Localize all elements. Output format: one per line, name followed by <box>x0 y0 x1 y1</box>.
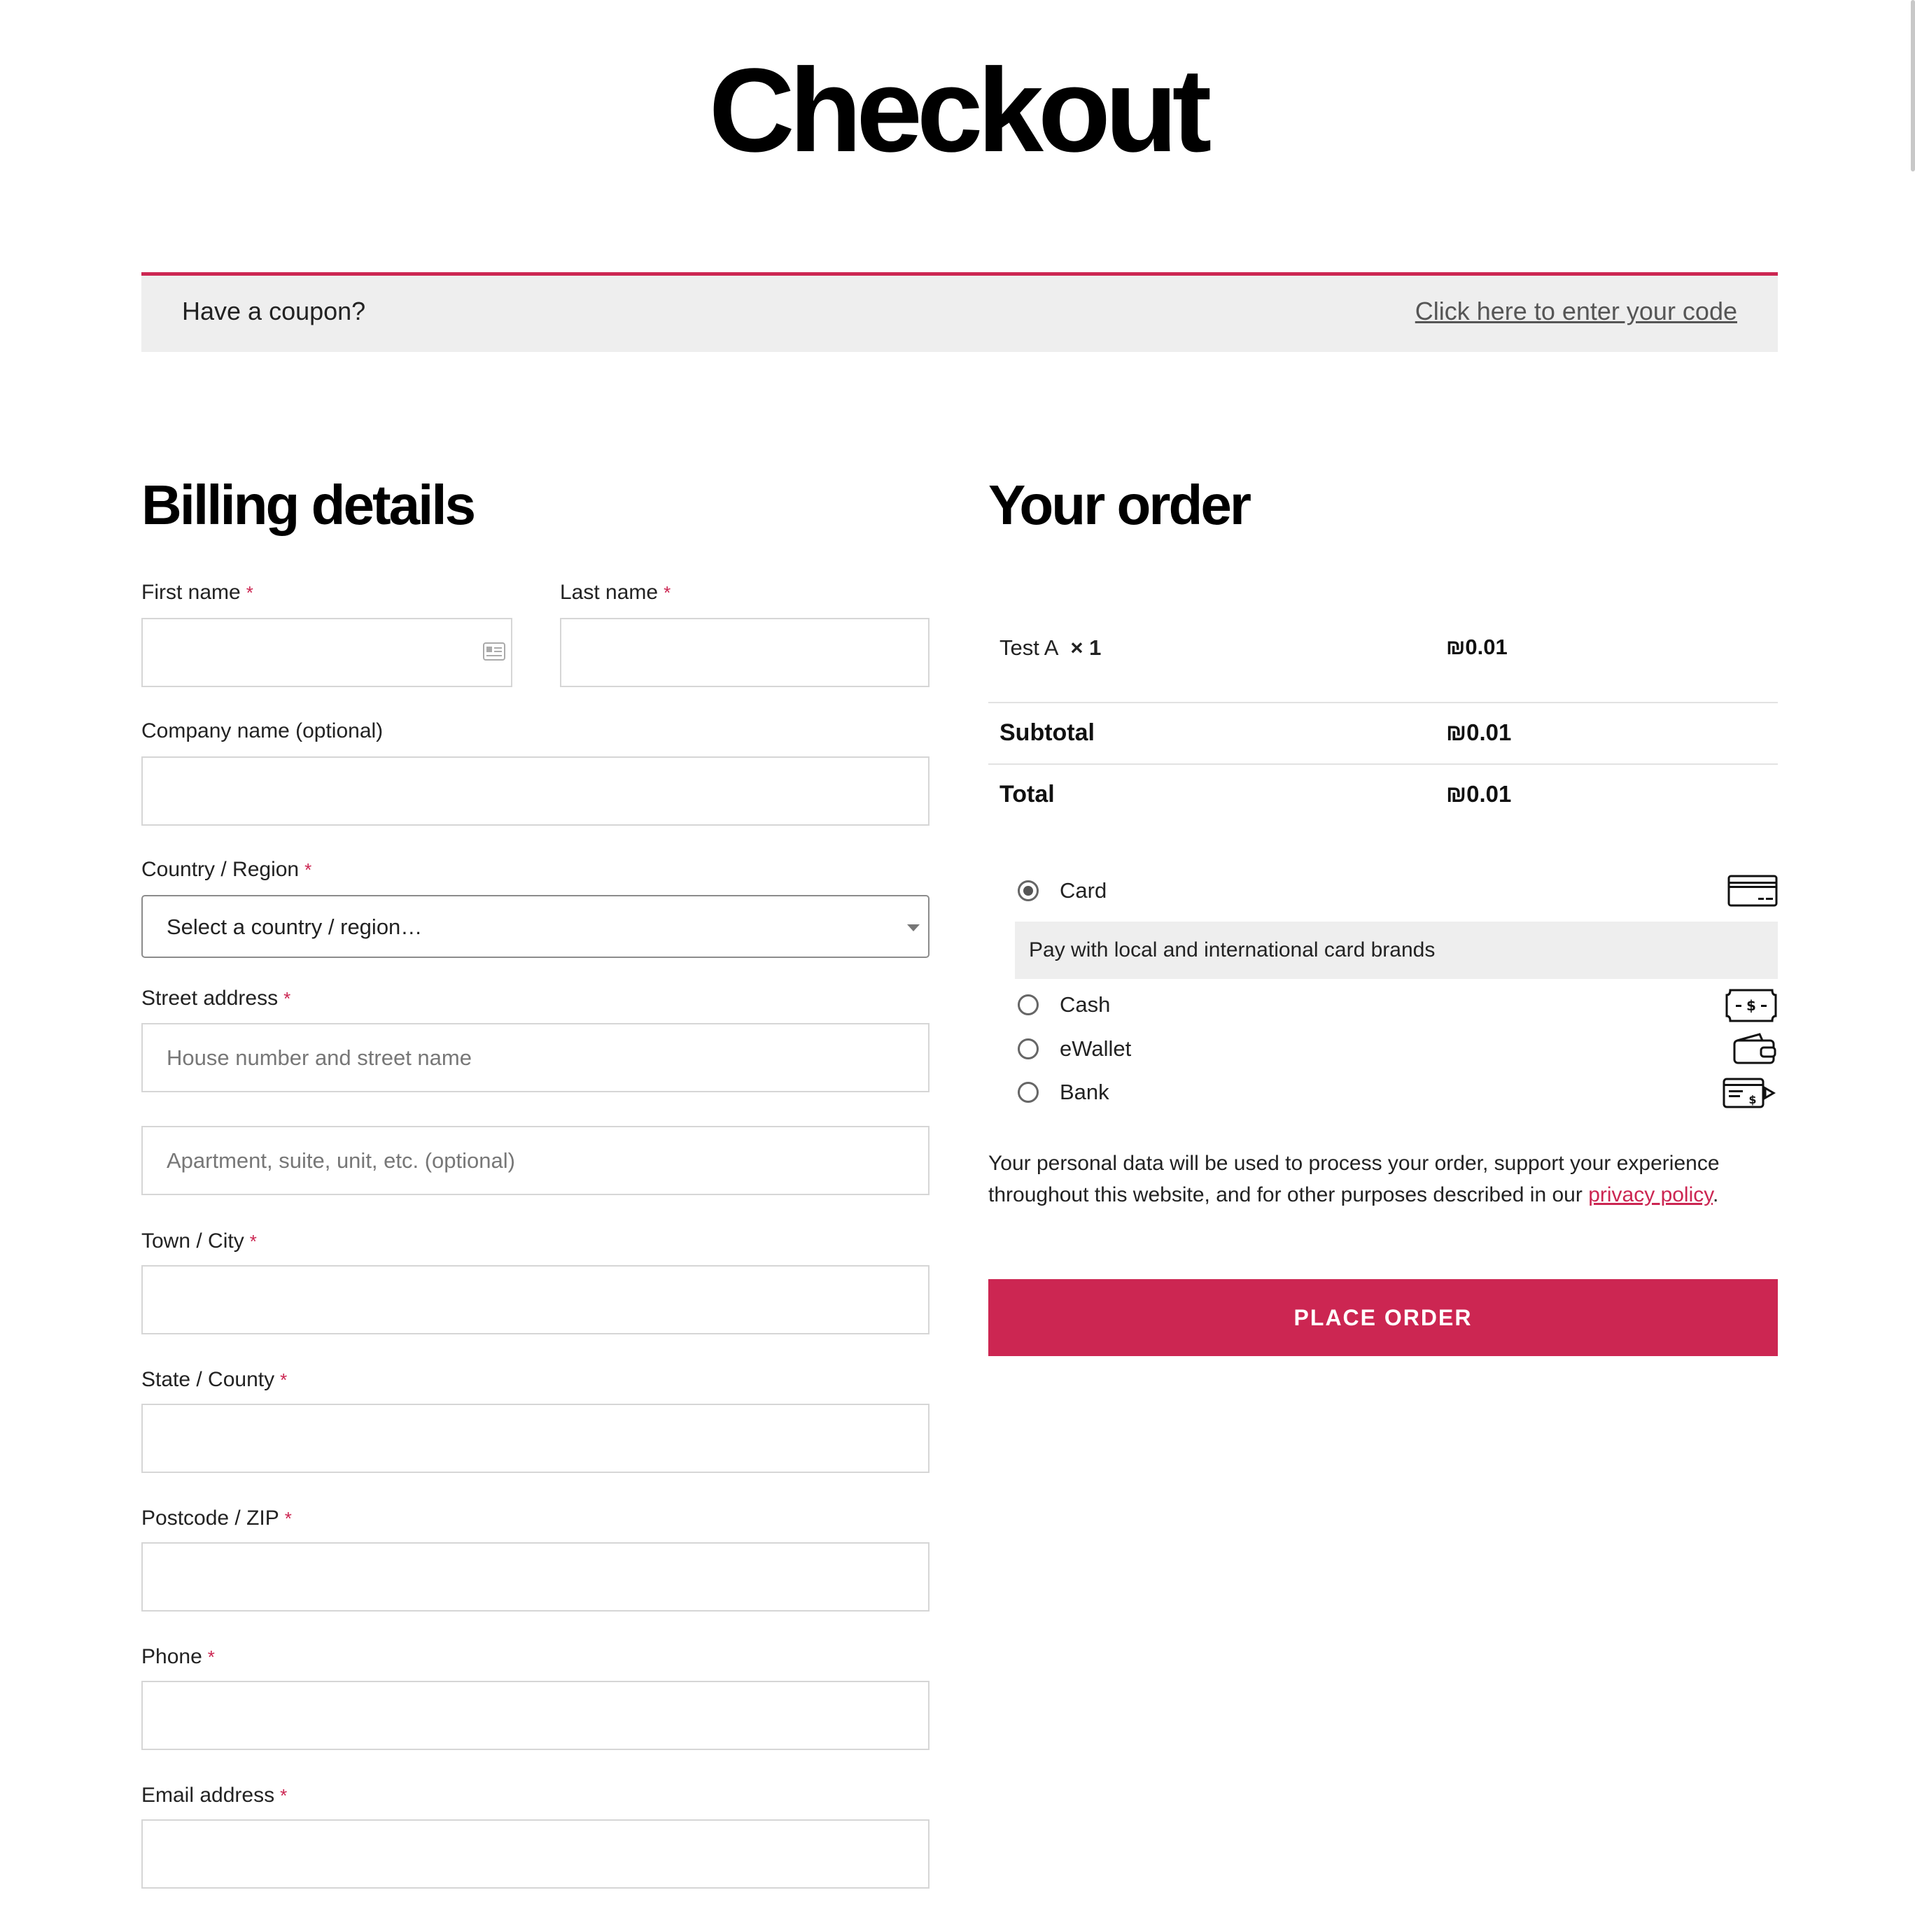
country-label: Country / Region * <box>141 858 311 882</box>
payment-label: Card <box>1060 878 1107 903</box>
company-label: Company name (optional) <box>141 719 384 742</box>
radio-button[interactable] <box>1018 1082 1039 1103</box>
wallet-icon <box>1733 1033 1776 1064</box>
state-input[interactable] <box>141 1404 930 1473</box>
chevron-down-icon <box>907 924 920 931</box>
required-mark: * <box>246 582 253 603</box>
city-input[interactable] <box>141 1265 930 1334</box>
required-mark: * <box>249 1231 257 1252</box>
required-mark: * <box>284 1508 292 1529</box>
divider <box>988 702 1778 703</box>
city-label-text: Town / City <box>141 1229 244 1253</box>
order-item-name: Test A × 1 <box>999 635 1101 661</box>
total-label: Total <box>999 781 1055 808</box>
contact-card-icon[interactable] <box>483 642 505 661</box>
payment-method-bank[interactable]: Bank $ <box>1016 1076 1778 1117</box>
coupon-question: Have a coupon? <box>182 297 366 325</box>
page-title: Checkout <box>708 44 1212 177</box>
email-input[interactable] <box>141 1819 930 1889</box>
state-label-text: State / County <box>141 1368 275 1391</box>
last-name-label: Last name * <box>560 581 671 605</box>
radio-button[interactable] <box>1018 1038 1039 1059</box>
checkout-page: Checkout Have a coupon? Click here to en… <box>0 0 1915 1932</box>
privacy-policy-link[interactable]: privacy policy <box>1588 1183 1713 1206</box>
first-name-input[interactable] <box>141 618 512 687</box>
enter-coupon-link[interactable]: Click here to enter your code <box>1415 297 1737 326</box>
required-mark: * <box>664 582 671 603</box>
item-quantity: × 1 <box>1070 635 1102 660</box>
email-label: Email address * <box>141 1784 287 1807</box>
postcode-input[interactable] <box>141 1542 930 1612</box>
postcode-label: Postcode / ZIP * <box>141 1507 292 1530</box>
required-mark: * <box>280 1369 288 1390</box>
country-select-value: Select a country / region… <box>167 915 423 939</box>
svg-text:$: $ <box>1748 1093 1756 1106</box>
radio-button-selected[interactable] <box>1018 880 1039 901</box>
postcode-label-text: Postcode / ZIP <box>141 1507 279 1530</box>
radio-button[interactable] <box>1018 994 1039 1015</box>
payment-method-card[interactable]: Card <box>1016 874 1778 916</box>
item-name-text: Test A <box>999 635 1058 660</box>
total-value: ₪0.01 <box>1446 781 1512 807</box>
street-address-input[interactable] <box>141 1023 930 1092</box>
email-label-text: Email address <box>141 1784 275 1807</box>
item-price: ₪0.01 <box>1446 635 1508 659</box>
subtotal-value: ₪0.01 <box>1446 719 1512 745</box>
country-select[interactable]: Select a country / region… <box>141 895 930 958</box>
phone-label: Phone * <box>141 1645 215 1669</box>
street-label: Street address * <box>141 987 290 1010</box>
credit-card-icon <box>1727 875 1778 907</box>
payment-label: Bank <box>1060 1080 1109 1104</box>
payment-method-cash[interactable]: Cash $ <box>1016 988 1778 1030</box>
privacy-end: . <box>1713 1183 1719 1206</box>
billing-heading: Billing details <box>141 474 476 536</box>
required-mark: * <box>207 1647 215 1667</box>
privacy-notice: Your personal data will be used to proce… <box>988 1148 1778 1211</box>
first-name-label: First name * <box>141 581 253 605</box>
order-heading: Your order <box>988 474 1251 536</box>
payment-method-ewallet[interactable]: eWallet <box>1016 1032 1778 1074</box>
country-label-text: Country / Region <box>141 858 300 881</box>
last-name-label-text: Last name <box>560 581 659 604</box>
card-payment-description: Pay with local and international card br… <box>1015 922 1778 979</box>
payment-label: eWallet <box>1060 1036 1132 1061</box>
phone-input[interactable] <box>141 1681 930 1750</box>
coupon-notice: Have a coupon? Click here to enter your … <box>141 272 1778 352</box>
bank-transfer-icon: $ <box>1723 1078 1776 1108</box>
last-name-input[interactable] <box>560 618 930 687</box>
place-order-button[interactable]: PLACE ORDER <box>988 1279 1778 1356</box>
street-label-text: Street address <box>141 987 279 1010</box>
required-mark: * <box>283 988 291 1009</box>
subtotal-label: Subtotal <box>999 719 1095 746</box>
first-name-label-text: First name <box>141 581 241 604</box>
state-label: State / County * <box>141 1368 287 1392</box>
svg-text:$: $ <box>1746 997 1756 1014</box>
payment-label: Cash <box>1060 992 1111 1017</box>
street-address-2-input[interactable] <box>141 1126 930 1195</box>
banknote-icon: $ <box>1725 989 1777 1022</box>
required-mark: * <box>304 859 312 880</box>
divider <box>988 763 1778 765</box>
phone-label-text: Phone <box>141 1645 202 1668</box>
required-mark: * <box>280 1785 288 1806</box>
company-input[interactable] <box>141 756 930 826</box>
city-label: Town / City * <box>141 1229 257 1253</box>
